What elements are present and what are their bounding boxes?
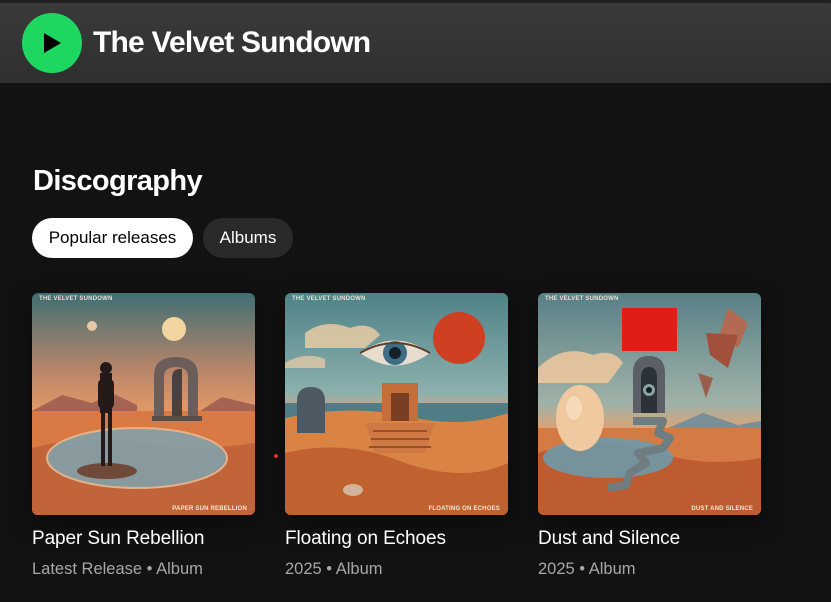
album-cover[interactable]: THE VELVET SUNDOWN DUST AND SILENCE [538, 293, 761, 515]
album-artwork [285, 293, 508, 515]
play-icon [44, 33, 61, 53]
release-title[interactable]: Dust and Silence [538, 528, 680, 550]
release-subtitle: 2025 • Album [538, 560, 636, 578]
filter-popular-releases[interactable]: Popular releases [32, 218, 193, 258]
release-card[interactable]: THE VELVET SUNDOWN FLOATING ON ECHOES Fl… [285, 293, 508, 578]
sticky-header: The Velvet Sundown [0, 0, 831, 83]
section-title: Discography [33, 165, 203, 197]
cover-album-title: FLOATING ON ECHOES [428, 506, 500, 512]
album-artwork [538, 293, 761, 515]
release-title[interactable]: Floating on Echoes [285, 528, 446, 550]
release-card[interactable]: THE VELVET SUNDOWN PAPER SUN REBELLION P… [32, 293, 255, 578]
cover-album-title: DUST AND SILENCE [691, 506, 753, 512]
cursor-dot [274, 454, 278, 458]
album-cover[interactable]: THE VELVET SUNDOWN PAPER SUN REBELLION [32, 293, 255, 515]
release-title[interactable]: Paper Sun Rebellion [32, 528, 204, 550]
album-cover[interactable]: THE VELVET SUNDOWN FLOATING ON ECHOES [285, 293, 508, 515]
cover-band-name: THE VELVET SUNDOWN [39, 296, 113, 302]
release-card[interactable]: THE VELVET SUNDOWN DUST AND SILENCE Dust… [538, 293, 761, 578]
release-subtitle: Latest Release • Album [32, 560, 203, 578]
cover-band-name: THE VELVET SUNDOWN [292, 296, 366, 302]
play-button[interactable] [22, 13, 82, 73]
filter-albums[interactable]: Albums [203, 218, 293, 258]
release-subtitle: 2025 • Album [285, 560, 383, 578]
cover-band-name: THE VELVET SUNDOWN [545, 296, 619, 302]
artist-page: The Velvet Sundown Discography Popular r… [0, 0, 831, 602]
artist-name: The Velvet Sundown [93, 26, 371, 59]
cover-album-title: PAPER SUN REBELLION [172, 506, 247, 512]
album-artwork [32, 293, 255, 515]
